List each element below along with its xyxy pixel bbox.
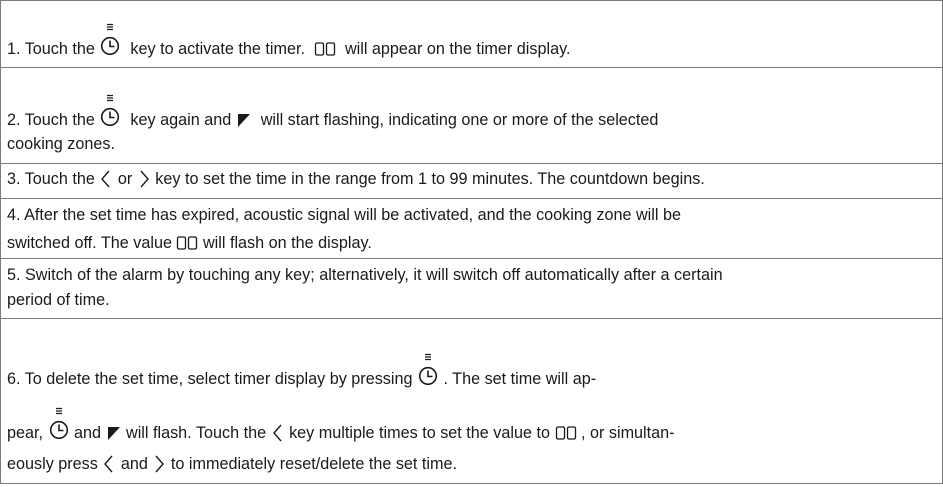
step-text: 5. Switch of the alarm by touching any k…: [7, 266, 723, 284]
step-text: switched off. The value: [7, 234, 177, 252]
step-line: 4. After the set time has expired, acous…: [7, 205, 938, 225]
step-text: , or simultan-: [576, 424, 675, 442]
step-line: pear, and will flash. Touch the key mult…: [7, 407, 938, 443]
timer-key-icon: [48, 407, 70, 443]
step-row: 4. After the set time has expired, acous…: [1, 198, 942, 258]
step-line: eously press and to immediately reset/de…: [7, 454, 938, 474]
step-text: eously press: [7, 455, 103, 473]
step-text: will appear on the timer display.: [335, 40, 571, 58]
cooking-zone-indicator-icon: [106, 423, 122, 443]
chevron-left-icon: [99, 169, 113, 189]
step-text: will flash. Touch the: [121, 424, 271, 442]
timer-key-icon: [99, 23, 121, 59]
step-line: cooking zones.: [7, 134, 938, 154]
step-text: key to activate the timer.: [121, 40, 314, 58]
step-line: 6. To delete the set time, select timer …: [7, 353, 938, 389]
step-text: cooking zones.: [7, 135, 115, 153]
step-text: 4. After the set time has expired, acous…: [7, 206, 681, 224]
step-row: 2. Touch the key again and will start fl…: [1, 67, 942, 163]
cooking-zone-indicator-icon: [236, 110, 252, 130]
step-text: pear,: [7, 424, 48, 442]
step-text: key again and: [121, 111, 236, 129]
chevron-left-icon: [271, 423, 285, 443]
step-line: 5. Switch of the alarm by touching any k…: [7, 265, 938, 285]
step-text: . The set time will ap-: [438, 370, 597, 388]
step-text: 2. Touch the: [7, 111, 100, 129]
step-text: period of time.: [7, 291, 110, 309]
step-line: 3. Touch the or key to set the time in t…: [7, 169, 938, 189]
step-row: 1. Touch the key to activate the timer. …: [1, 0, 942, 67]
step-text: 1. Touch the: [7, 40, 100, 58]
chevron-right-icon: [152, 454, 166, 474]
chevron-right-icon: [137, 169, 151, 189]
step-text: to immediately reset/delete the set time…: [166, 455, 457, 473]
step-row: 5. Switch of the alarm by touching any k…: [1, 258, 942, 318]
step-line: switched off. The value will flash on th…: [7, 233, 938, 253]
step-line: 1. Touch the key to activate the timer. …: [7, 23, 938, 59]
timer-key-icon: [99, 94, 121, 130]
step-text: will start flashing, indicating one or m…: [251, 111, 659, 129]
timer-key-icon: [417, 353, 439, 389]
instruction-table: 1. Touch the key to activate the timer. …: [0, 0, 943, 484]
step-text: and: [69, 424, 106, 442]
step-text: 3. Touch the: [7, 170, 100, 188]
display-00-icon: [176, 233, 198, 253]
step-text: 6. To delete the set time, select timer …: [7, 370, 417, 388]
step-text: key to set the time in the range from 1 …: [150, 170, 705, 188]
step-text: and: [116, 455, 153, 473]
step-line: period of time.: [7, 290, 938, 310]
step-line: 2. Touch the key again and will start fl…: [7, 94, 938, 130]
step-text: key multiple times to set the value to: [284, 424, 555, 442]
display-00-icon: [555, 423, 577, 443]
step-row: 3. Touch the or key to set the time in t…: [1, 163, 942, 198]
chevron-left-icon: [102, 454, 116, 474]
step-row: 6. To delete the set time, select timer …: [1, 318, 942, 484]
step-text: will flash on the display.: [198, 234, 372, 252]
display-00-icon: [314, 39, 336, 59]
step-text: or: [113, 170, 137, 188]
